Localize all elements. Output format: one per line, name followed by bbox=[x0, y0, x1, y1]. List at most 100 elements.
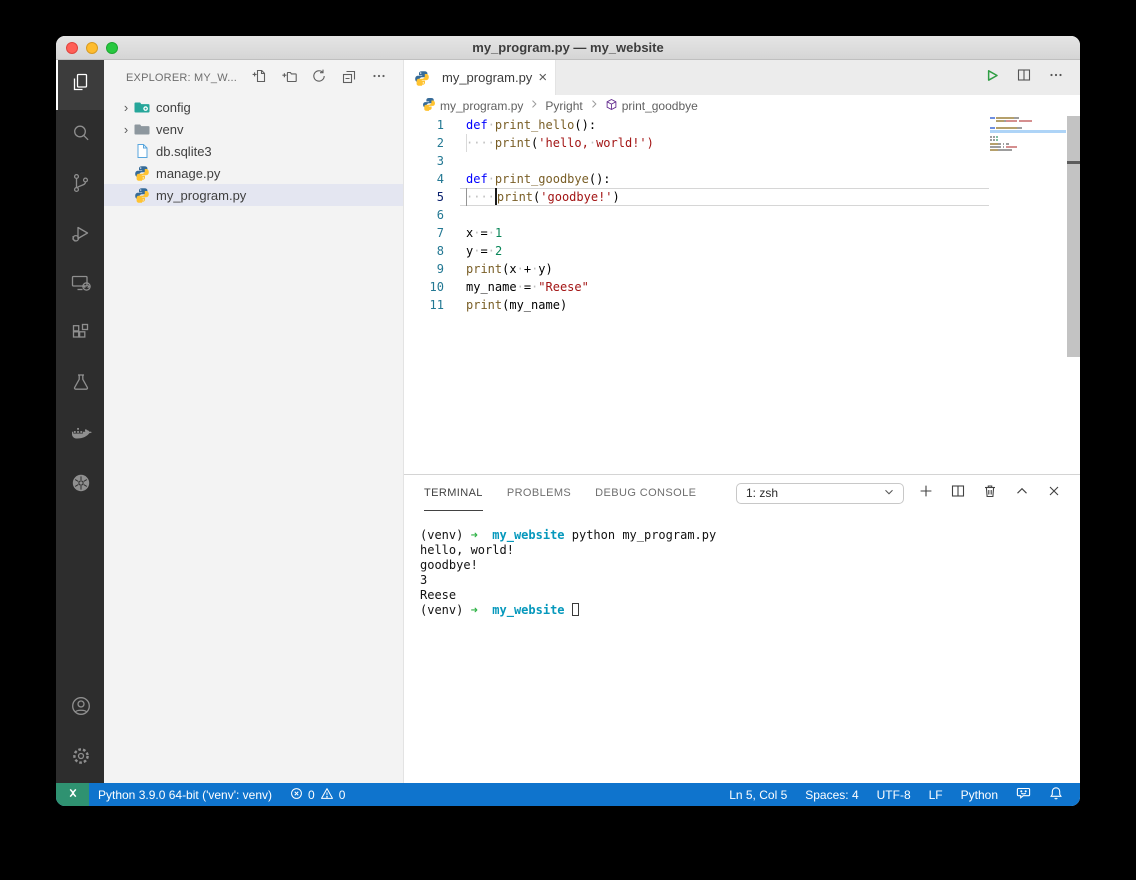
indentation-item[interactable]: Spaces: 4 bbox=[796, 783, 867, 806]
zoom-window-button[interactable] bbox=[106, 42, 118, 54]
activity-run-debug[interactable] bbox=[56, 210, 104, 260]
feedback-item[interactable] bbox=[1007, 783, 1040, 806]
terminal-shell-select[interactable]: 1: zsh bbox=[736, 483, 904, 504]
run-button[interactable] bbox=[983, 67, 1000, 89]
terminal-text: goodbye! bbox=[420, 558, 478, 572]
line-number: 2 bbox=[404, 134, 444, 152]
code-editor[interactable]: 1def·print_hello():2····print('hello,·wo… bbox=[404, 116, 1080, 474]
tab-my-program[interactable]: my_program.py × bbox=[404, 60, 556, 95]
token-fn: print bbox=[495, 136, 531, 150]
maximize-panel-icon[interactable] bbox=[1014, 483, 1030, 504]
language-mode-item[interactable]: Python bbox=[952, 783, 1007, 806]
gear-icon bbox=[69, 744, 93, 773]
python-interpreter-item[interactable]: Python 3.9.0 64-bit ('venv': venv) bbox=[89, 783, 281, 806]
remote-indicator[interactable] bbox=[56, 783, 89, 806]
split-terminal-icon[interactable] bbox=[950, 483, 966, 504]
code-line-7[interactable]: 7x·=·1 bbox=[404, 224, 1080, 242]
breadcrumb-symbol[interactable]: print_goodbye bbox=[605, 98, 698, 114]
window-controls bbox=[66, 36, 118, 59]
collapse-all-icon[interactable] bbox=[341, 68, 357, 89]
files-icon bbox=[69, 71, 93, 100]
chevron-right-icon[interactable]: › bbox=[118, 122, 134, 137]
tree-item-manage-py[interactable]: manage.py bbox=[104, 162, 403, 184]
close-panel-icon[interactable] bbox=[1046, 483, 1062, 504]
tab-bar: my_program.py × bbox=[404, 60, 1080, 95]
editor-scrollbar[interactable] bbox=[1067, 116, 1080, 357]
eol-item[interactable]: LF bbox=[920, 783, 952, 806]
kill-terminal-icon[interactable] bbox=[982, 483, 998, 504]
activity-source-control[interactable] bbox=[56, 160, 104, 210]
code-line-6[interactable]: 6 bbox=[404, 206, 1080, 224]
token-kw: def bbox=[466, 118, 488, 132]
problems-item[interactable]: 0 0 bbox=[281, 783, 354, 806]
new-terminal-icon[interactable] bbox=[918, 483, 934, 504]
cursor-position-item[interactable]: Ln 5, Col 5 bbox=[720, 783, 796, 806]
activity-testing[interactable] bbox=[56, 360, 104, 410]
line-number: 10 bbox=[404, 278, 444, 296]
chevron-right-icon[interactable]: › bbox=[118, 100, 134, 115]
refresh-icon[interactable] bbox=[311, 68, 327, 89]
new-file-icon[interactable] bbox=[251, 68, 267, 89]
token-ws: · bbox=[517, 262, 524, 276]
account-icon bbox=[69, 694, 93, 723]
terminal-output[interactable]: (venv) ➜ my_website python my_program.py… bbox=[404, 511, 1080, 783]
token-num: 2 bbox=[495, 244, 502, 258]
editor-more-actions-icon[interactable] bbox=[1048, 67, 1064, 88]
notifications-item[interactable] bbox=[1040, 783, 1072, 806]
minimize-window-button[interactable] bbox=[86, 42, 98, 54]
terminal-line: 3 bbox=[420, 573, 1080, 588]
tab-problems[interactable]: PROBLEMS bbox=[507, 475, 571, 511]
tab-terminal[interactable]: TERMINAL bbox=[424, 475, 483, 511]
activity-settings[interactable] bbox=[56, 733, 104, 783]
token-str: world!') bbox=[596, 136, 654, 150]
code-line-11[interactable]: 11print(my_name) bbox=[404, 296, 1080, 314]
tree-item-db-sqlite3[interactable]: db.sqlite3 bbox=[104, 140, 403, 162]
token-kw: def bbox=[466, 172, 488, 186]
python-icon bbox=[422, 97, 436, 114]
code-line-8[interactable]: 8y·=·2 bbox=[404, 242, 1080, 260]
tree-item-my-program-py[interactable]: my_program.py bbox=[104, 184, 403, 206]
token-str: "Reese" bbox=[538, 280, 589, 294]
breadcrumb-file[interactable]: my_program.py bbox=[422, 97, 523, 114]
shell-select-value: 1: zsh bbox=[746, 486, 882, 500]
extensions-icon bbox=[69, 321, 93, 350]
minimap[interactable] bbox=[990, 117, 1066, 152]
activity-extensions[interactable] bbox=[56, 310, 104, 360]
code-line-4[interactable]: 4def·print_goodbye(): bbox=[404, 170, 1080, 188]
activity-kubernetes[interactable] bbox=[56, 460, 104, 510]
code-line-5[interactable]: 5····print('goodbye!') bbox=[404, 188, 1080, 206]
tree-item-label: my_program.py bbox=[156, 188, 246, 203]
explorer-sidebar: EXPLORER: MY_W... ›config›venvdb.sqlite3… bbox=[104, 60, 404, 783]
activity-docker[interactable] bbox=[56, 410, 104, 460]
tree-item-venv[interactable]: ›venv bbox=[104, 118, 403, 140]
vscode-window: my_program.py — my_website bbox=[56, 36, 1080, 806]
code-line-10[interactable]: 10my_name·=·"Reese" bbox=[404, 278, 1080, 296]
split-editor-icon[interactable] bbox=[1016, 67, 1032, 88]
terminal-text: ➜ bbox=[471, 603, 478, 617]
line-number: 3 bbox=[404, 152, 444, 170]
new-folder-icon[interactable] bbox=[281, 68, 297, 89]
tab-debug-console[interactable]: DEBUG CONSOLE bbox=[595, 475, 696, 511]
token-fn: print bbox=[466, 262, 502, 276]
code-line-2[interactable]: 2····print('hello,·world!') bbox=[404, 134, 1080, 152]
tab-close-icon[interactable]: × bbox=[538, 70, 547, 85]
python-icon bbox=[414, 70, 430, 86]
code-line-1[interactable]: 1def·print_hello(): bbox=[404, 116, 1080, 134]
breadcrumb-pyright[interactable]: Pyright bbox=[545, 99, 582, 113]
encoding-item[interactable]: UTF-8 bbox=[868, 783, 920, 806]
activity-account[interactable] bbox=[56, 683, 104, 733]
terminal-text bbox=[478, 603, 492, 617]
close-window-button[interactable] bbox=[66, 42, 78, 54]
activity-explorer[interactable] bbox=[56, 60, 104, 110]
code-line-9[interactable]: 9print(x·+·y) bbox=[404, 260, 1080, 278]
token-plain: = bbox=[480, 226, 487, 240]
tree-item-config[interactable]: ›config bbox=[104, 96, 403, 118]
activity-remote-explorer[interactable] bbox=[56, 260, 104, 310]
terminal-text: 3 bbox=[420, 573, 427, 587]
terminal-line: (venv) ➜ my_website bbox=[420, 603, 1080, 618]
activity-search[interactable] bbox=[56, 110, 104, 160]
code-line-3[interactable]: 3 bbox=[404, 152, 1080, 170]
token-ws: ···· bbox=[466, 190, 495, 204]
line-number: 11 bbox=[404, 296, 444, 314]
more-actions-icon[interactable] bbox=[371, 68, 387, 89]
